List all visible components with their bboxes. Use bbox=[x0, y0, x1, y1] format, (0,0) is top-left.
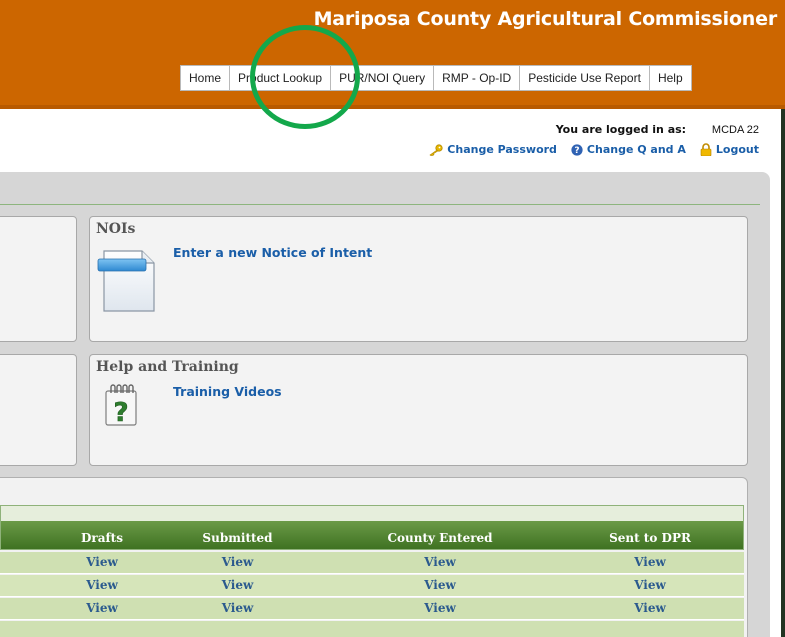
table-row: View View View View bbox=[0, 575, 744, 597]
table-row: View View View View bbox=[0, 552, 744, 574]
training-videos-link[interactable]: Training Videos bbox=[173, 384, 282, 399]
help-training-card: Help and Training ? Training Videos bbox=[89, 354, 748, 466]
change-q-and-a-label: Change Q and A bbox=[586, 143, 686, 156]
view-link[interactable]: View bbox=[585, 578, 715, 592]
login-status: You are logged in as: MCDA 22 bbox=[556, 123, 759, 136]
lock-icon bbox=[700, 143, 712, 156]
change-password-link[interactable]: Change Password bbox=[429, 143, 557, 156]
nav-help[interactable]: Help bbox=[650, 66, 691, 90]
left-card-top bbox=[0, 216, 77, 342]
login-username: MCDA 22 bbox=[711, 124, 759, 136]
new-noi-link[interactable]: Enter a new Notice of Intent bbox=[173, 245, 372, 260]
view-link[interactable]: View bbox=[175, 555, 300, 569]
login-label: You are logged in as: bbox=[555, 123, 687, 136]
svg-text:?: ? bbox=[113, 398, 128, 427]
nav-product-lookup[interactable]: Product Lookup bbox=[230, 66, 332, 90]
left-card-bottom bbox=[0, 354, 77, 466]
question-circle-icon: ? bbox=[571, 143, 583, 156]
view-link[interactable]: View bbox=[360, 555, 520, 569]
view-link[interactable]: View bbox=[360, 601, 520, 615]
header-drafts: Drafts bbox=[81, 531, 123, 545]
view-link[interactable]: View bbox=[175, 601, 300, 615]
view-link[interactable]: View bbox=[360, 578, 520, 592]
nav-home[interactable]: Home bbox=[181, 66, 231, 90]
header-submitted: Submitted bbox=[202, 531, 273, 545]
header-divider bbox=[0, 105, 785, 109]
key-icon bbox=[429, 143, 443, 156]
table-row-partial bbox=[0, 621, 744, 637]
logout-link[interactable]: Logout bbox=[700, 143, 759, 156]
header-county-entered: County Entered bbox=[387, 531, 493, 545]
document-icon bbox=[96, 245, 160, 319]
table-row: View View View View bbox=[0, 598, 744, 620]
window-edge bbox=[781, 109, 785, 637]
nav-pur-noi-query[interactable]: PUR/NOI Query bbox=[331, 66, 435, 90]
nois-card: NOIs Enter a new Notice of Intent bbox=[89, 216, 748, 342]
view-link[interactable]: View bbox=[52, 555, 152, 569]
top-nav: Home Product Lookup PUR/NOI Query RMP - … bbox=[180, 65, 692, 91]
svg-text:?: ? bbox=[574, 146, 579, 156]
nav-rmp-op-id[interactable]: RMP - Op-ID bbox=[434, 66, 521, 90]
view-link[interactable]: View bbox=[175, 578, 300, 592]
header-sent-to-dpr: Sent to DPR bbox=[609, 531, 691, 545]
account-links: Change Password ? Change Q and A Logout bbox=[415, 143, 759, 156]
change-q-and-a-link[interactable]: ? Change Q and A bbox=[571, 143, 686, 156]
view-link[interactable]: View bbox=[52, 578, 152, 592]
change-password-label: Change Password bbox=[447, 143, 557, 156]
help-training-card-title: Help and Training bbox=[96, 359, 239, 375]
app-title: Mariposa County Agricultural Commissione… bbox=[313, 8, 778, 30]
nav-pesticide-use-report[interactable]: Pesticide Use Report bbox=[520, 66, 650, 90]
logout-label: Logout bbox=[715, 143, 759, 156]
help-notepad-icon: ? bbox=[102, 383, 142, 431]
view-link[interactable]: View bbox=[585, 555, 715, 569]
nois-card-title: NOIs bbox=[96, 221, 136, 237]
panel-divider bbox=[0, 204, 760, 205]
header-bar: Mariposa County Agricultural Commissione… bbox=[0, 0, 785, 109]
view-link[interactable]: View bbox=[52, 601, 152, 615]
view-link[interactable]: View bbox=[585, 601, 715, 615]
